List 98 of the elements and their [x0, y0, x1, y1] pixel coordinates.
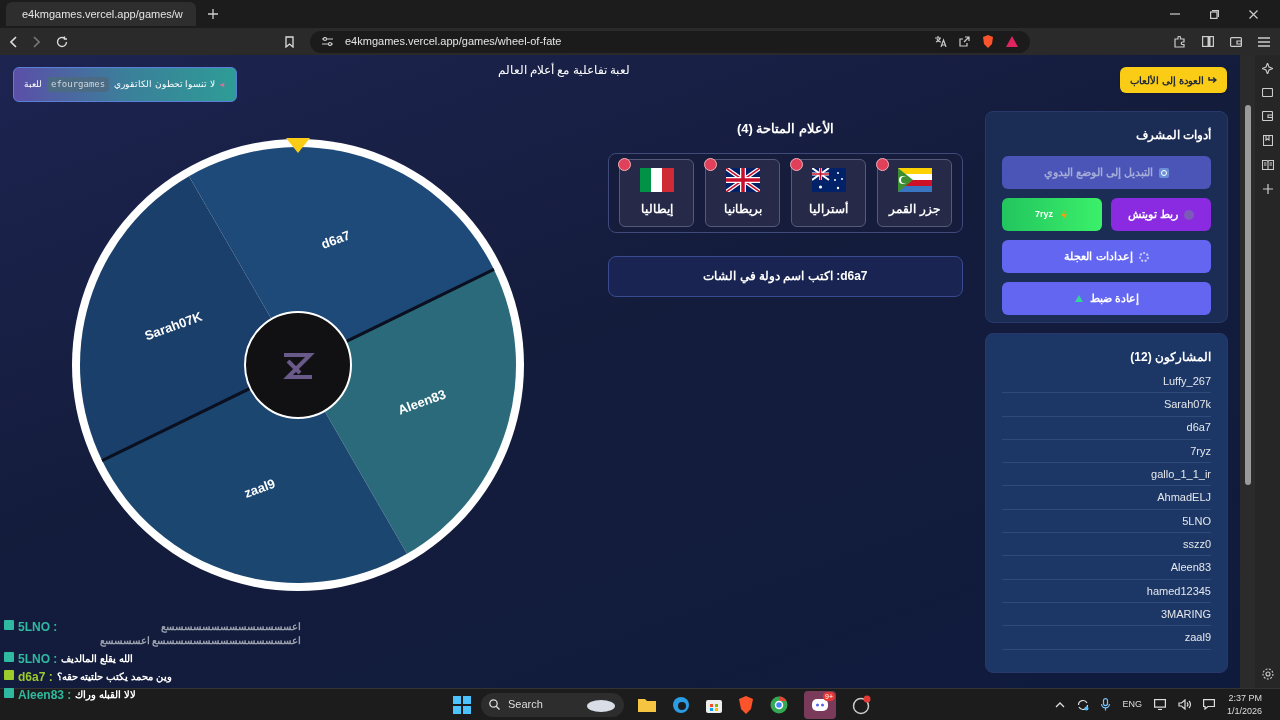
microphone-icon[interactable]: [1101, 698, 1111, 711]
chat-username: Aleen83 :: [18, 688, 72, 702]
clock-date[interactable]: 1/1/2026: [1226, 704, 1262, 718]
participant-name: Luffy_267: [1162, 373, 1211, 389]
maximize-icon[interactable]: [1210, 9, 1219, 19]
flag-card[interactable]: جزر القمر: [877, 158, 952, 227]
add-icon[interactable]: [1262, 184, 1273, 194]
sparkle-icon[interactable]: [1262, 63, 1273, 74]
chrome-icon[interactable]: [770, 695, 788, 714]
bookmarks-icon[interactable]: [1262, 135, 1273, 146]
page-subtitle: لعبة تفاعلية مع أعلام العالم: [497, 62, 630, 79]
admin-button[interactable]: إعدادات العجلة: [1002, 240, 1211, 273]
participant-name: 7ryz: [1190, 443, 1211, 459]
logo-icon: [282, 353, 315, 379]
controller-icon: [812, 698, 828, 711]
address-bar[interactable]: e4kmgames.vercel.app/games/wheel-of-fate: [310, 30, 1030, 53]
lightning-icon: [1059, 209, 1069, 220]
wallet-icon[interactable]: [1262, 111, 1273, 121]
recorder-icon[interactable]: [852, 694, 872, 715]
participant-name: Aleen83: [1170, 560, 1211, 576]
segment-label: zaal9: [242, 475, 278, 501]
sidebar-icon[interactable]: [1202, 36, 1214, 47]
participant-name: gallo_1_1_ir: [1151, 467, 1211, 483]
share-icon[interactable]: [959, 36, 970, 47]
url-text: e4kmgames.vercel.app/games/wheel-of-fate: [345, 34, 563, 50]
flag-icon: [639, 167, 674, 192]
flag-card[interactable]: إيطاليا: [619, 158, 694, 227]
chat-message: لالا القبله وراك: [75, 688, 136, 702]
country-name: أستراليا: [809, 200, 848, 218]
scrollbar[interactable]: [1240, 55, 1255, 688]
back-icon[interactable]: [10, 35, 17, 48]
wheel-pointer: [286, 138, 310, 153]
flag-icon: [811, 167, 846, 192]
puzzle-icon[interactable]: [1174, 35, 1186, 48]
monitor-icon[interactable]: [1153, 699, 1166, 710]
menu-icon[interactable]: [1258, 36, 1270, 47]
country-name: جزر القمر: [889, 200, 940, 218]
banner-text: لا تنسوا تحطون الكاتقوري: [114, 77, 215, 91]
return-arrow-icon: [1208, 76, 1217, 84]
fortune-wheel[interactable]: [72, 139, 524, 591]
volume-icon[interactable]: [1177, 699, 1191, 710]
close-icon[interactable]: [1249, 9, 1258, 19]
chat-message: اعسسسسسسسسسسسسسسع اعسسسسسسسسسسسسسسسع اعسسسسع: [98, 620, 302, 648]
code-chip: efourgames: [47, 76, 110, 93]
reload-icon[interactable]: [56, 35, 68, 48]
video-icon[interactable]: [1262, 88, 1273, 97]
participant-name: Sarah07k: [1163, 397, 1211, 413]
chevron-up-icon[interactable]: [1055, 701, 1066, 708]
participant-name: AhmadELJ: [1157, 490, 1211, 506]
shield-icon[interactable]: [982, 35, 994, 48]
language-indicator[interactable]: ENG: [1122, 697, 1142, 712]
bookmark-icon[interactable]: [285, 35, 294, 48]
flag-card[interactable]: أستراليا: [791, 158, 866, 227]
book-icon[interactable]: [1261, 160, 1274, 170]
wheel-hub[interactable]: [244, 311, 352, 419]
chat-username: 5LNO :: [18, 620, 58, 634]
admin-button[interactable]: ربط تويتش: [1111, 198, 1211, 231]
browser-icon[interactable]: [672, 695, 690, 714]
clock-time[interactable]: 2:37 PM: [1228, 691, 1262, 705]
settings-icon[interactable]: [1261, 668, 1274, 680]
chat-message: وين محمد يكتب حلتيته حقه؟: [56, 670, 172, 684]
admin-button[interactable]: إعادة ضبط: [1002, 282, 1211, 315]
chat-message: الله يقلع المالديف: [61, 652, 133, 666]
search-placeholder: Search: [508, 697, 544, 713]
flag-card[interactable]: بريطانيا: [705, 158, 780, 227]
site-settings-icon[interactable]: [322, 37, 333, 46]
sync-icon[interactable]: [1077, 698, 1090, 711]
flag-icon: [725, 167, 760, 192]
chat-username: 5LNO :: [18, 652, 58, 666]
tab-title: e4kmgames.vercel.app/games/w: [22, 6, 183, 22]
search-icon: [489, 699, 500, 710]
chat-bubble-icon[interactable]: [1202, 699, 1215, 710]
triangle-icon[interactable]: [1006, 36, 1018, 47]
participant-name: 3MARING: [1160, 606, 1211, 622]
circle-icon: [1184, 209, 1195, 220]
chat-username: d6a7 :: [18, 670, 53, 684]
back-button[interactable]: العودة إلى الألعاب: [1120, 67, 1227, 93]
forward-icon[interactable]: [33, 35, 40, 48]
search-field[interactable]: Search: [481, 692, 624, 717]
participant-name: zaal9: [1184, 630, 1211, 646]
folder-icon[interactable]: [638, 697, 656, 712]
new-tab-icon[interactable]: [208, 9, 218, 19]
participant-name: d6a7: [1186, 420, 1211, 436]
flag-icon: [897, 167, 932, 192]
segment-label: d6a7: [319, 227, 353, 252]
country-name: إيطاليا: [640, 200, 673, 218]
windows-start-icon[interactable]: [453, 695, 471, 714]
admin-heading: أدوات المشرف: [1134, 126, 1211, 144]
country-name: بريطانيا: [723, 200, 762, 218]
browser-tab[interactable]: e4kmgames.vercel.app/games/w: [6, 2, 196, 26]
participant-name: sszz0: [1182, 536, 1211, 552]
participants-heading: المشاركون (12): [1129, 349, 1211, 366]
banner-text: للعبة: [24, 77, 42, 91]
flags-heading: الأعلام المتاحة (4): [736, 119, 835, 139]
participant-name: hamed12345: [1146, 583, 1211, 599]
translate-icon[interactable]: [935, 36, 947, 47]
participant-name: 5LNO: [1182, 513, 1211, 529]
wallet-icon[interactable]: [1230, 36, 1242, 47]
